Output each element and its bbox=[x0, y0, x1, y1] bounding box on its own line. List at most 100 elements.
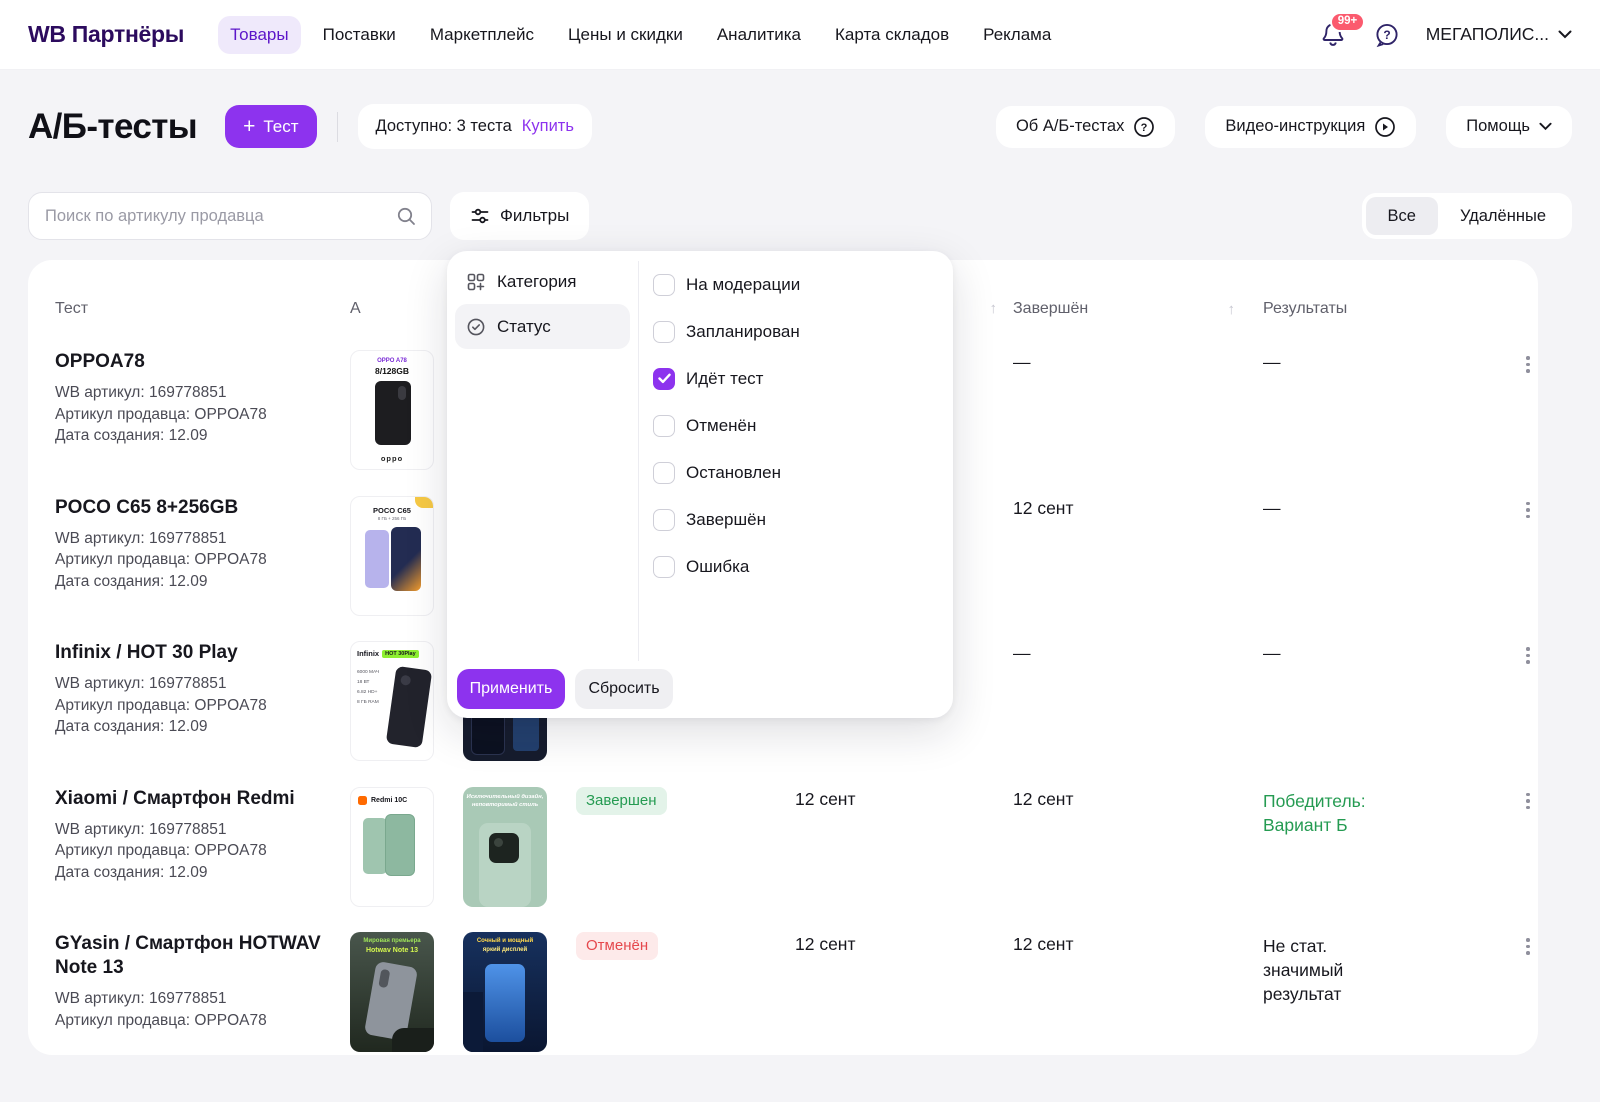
variant-a-image[interactable]: POCO C65 8 ГБ + 256 ГБ bbox=[350, 496, 434, 616]
page-header-actions: Об А/Б-тестах ? Видео-инструкция Помощь bbox=[996, 106, 1572, 148]
camera-graphic bbox=[489, 833, 519, 863]
available-tests-label: Доступно: 3 теста bbox=[376, 117, 512, 136]
meta-created-date: Дата создания: 12.09 bbox=[55, 862, 350, 884]
checkbox[interactable] bbox=[653, 462, 675, 484]
notifications-button[interactable]: 99+ bbox=[1318, 20, 1348, 50]
view-toggle: Все Удалённые bbox=[1362, 193, 1573, 239]
svg-text:?: ? bbox=[1383, 28, 1390, 42]
row-menu-button[interactable] bbox=[1520, 496, 1536, 525]
checkbox[interactable] bbox=[653, 415, 675, 437]
test-title[interactable]: Xiaomi / Смартфон Redmi bbox=[55, 787, 335, 811]
nav-tab-analytics[interactable]: Аналитика bbox=[705, 16, 813, 54]
test-title[interactable]: GYasin / Смартфон HOTWAV Note 13 bbox=[55, 932, 335, 980]
mi-logo-graphic bbox=[358, 796, 367, 805]
status-option-finished[interactable]: Завершён bbox=[639, 496, 953, 543]
col-header-finished[interactable]: Завершён ↑ bbox=[1013, 300, 1263, 318]
phone-graphic bbox=[385, 814, 415, 876]
sliders-icon bbox=[470, 206, 490, 226]
topbar-actions: 99+ ? МЕГАПОЛИС... bbox=[1318, 20, 1572, 50]
new-test-button[interactable]: + Тест bbox=[225, 105, 316, 148]
test-cell: POCO C65 8+256GB WB артикул: 169778851 А… bbox=[55, 496, 350, 593]
nav-tab-marketplace[interactable]: Маркетплейс bbox=[418, 16, 546, 54]
checkbox[interactable] bbox=[653, 321, 675, 343]
app-logo[interactable]: WB Партнёры bbox=[28, 21, 184, 48]
started-value: 12 сент bbox=[795, 932, 1013, 955]
meta-wb-article: WB артикул: 169778851 bbox=[55, 819, 350, 841]
variant-a-image[interactable]: Redmi 10C bbox=[350, 787, 434, 907]
row-menu-button[interactable] bbox=[1520, 932, 1536, 961]
reset-filters-button[interactable]: Сбросить bbox=[575, 669, 673, 709]
checkbox[interactable] bbox=[653, 556, 675, 578]
nav-tab-warehouses[interactable]: Карта складов bbox=[823, 16, 961, 54]
test-title[interactable]: POCO C65 8+256GB bbox=[55, 496, 335, 520]
sort-arrow-icon[interactable]: ↑ bbox=[1228, 301, 1236, 318]
nav-tab-goods[interactable]: Товары bbox=[218, 16, 300, 54]
variant-a-image[interactable]: Мировая премьера Hotwav Note 13 bbox=[350, 932, 434, 1052]
col-header-test[interactable]: Тест bbox=[55, 300, 350, 318]
question-bubble-icon: ? bbox=[1372, 20, 1402, 50]
filter-sections: Категория Статус bbox=[447, 251, 638, 718]
status-option-planned[interactable]: Запланирован bbox=[639, 308, 953, 355]
col-header-results[interactable]: Результаты bbox=[1263, 300, 1490, 318]
toggle-all[interactable]: Все bbox=[1366, 197, 1438, 235]
status-option-error[interactable]: Ошибка bbox=[639, 543, 953, 590]
status-option-stopped[interactable]: Остановлен bbox=[639, 449, 953, 496]
row-menu-button[interactable] bbox=[1520, 641, 1536, 670]
category-grid-icon bbox=[466, 272, 486, 292]
status-option-running[interactable]: Идёт тест bbox=[639, 355, 953, 402]
about-ab-tests-button[interactable]: Об А/Б-тестах ? bbox=[996, 106, 1175, 148]
results-value: — bbox=[1263, 496, 1490, 519]
status-options-list: На модерации Запланирован Идёт тест Отме… bbox=[639, 261, 953, 590]
shadow-graphic bbox=[463, 992, 483, 1052]
meta-created-date: Дата создания: 12.09 bbox=[55, 425, 350, 447]
chevron-down-icon bbox=[1558, 30, 1572, 39]
account-menu[interactable]: МЕГАПОЛИС... bbox=[1426, 24, 1572, 45]
help-button[interactable]: Помощь bbox=[1446, 106, 1572, 148]
table-row: Xiaomi / Смартфон Redmi WB артикул: 1697… bbox=[55, 787, 1538, 933]
top-navigation: WB Партнёры Товары Поставки Маркетплейс … bbox=[0, 0, 1600, 70]
results-value: — bbox=[1263, 350, 1490, 373]
status-check-circle-icon bbox=[466, 317, 486, 337]
meta-created-date: Дата создания: 12.09 bbox=[55, 571, 350, 593]
buy-tests-link[interactable]: Купить bbox=[522, 117, 574, 136]
filter-section-status[interactable]: Статус bbox=[455, 304, 630, 349]
video-instruction-button[interactable]: Видео-инструкция bbox=[1205, 106, 1416, 148]
finished-value: — bbox=[1013, 350, 1263, 373]
status-option-moderation[interactable]: На модерации bbox=[639, 261, 953, 308]
results-value: — bbox=[1263, 641, 1490, 664]
sort-arrow-icon[interactable]: ↑ bbox=[990, 300, 998, 317]
checkbox[interactable] bbox=[653, 509, 675, 531]
apply-filters-button[interactable]: Применить bbox=[457, 669, 565, 709]
screen-graphic bbox=[485, 964, 525, 1042]
row-menu-button[interactable] bbox=[1520, 350, 1536, 379]
meta-seller-article: Артикул продавца: OPPOA78 bbox=[55, 695, 350, 717]
status-badge: Отменён bbox=[576, 932, 658, 960]
table-row: GYasin / Смартфон HOTWAV Note 13 WB арти… bbox=[55, 932, 1538, 1055]
status-option-cancelled[interactable]: Отменён bbox=[639, 402, 953, 449]
toggle-deleted[interactable]: Удалённые bbox=[1438, 197, 1568, 235]
nav-tab-ads[interactable]: Реклама bbox=[971, 16, 1063, 54]
test-title[interactable]: OPPOA78 bbox=[55, 350, 335, 374]
support-chat-button[interactable]: ? bbox=[1372, 20, 1402, 50]
meta-seller-article: Артикул продавца: OPPOA78 bbox=[55, 404, 350, 426]
variant-b-image[interactable]: Сочный и мощный яркий дисплей bbox=[463, 932, 547, 1052]
filter-section-category[interactable]: Категория bbox=[455, 259, 630, 304]
meta-wb-article: WB артикул: 169778851 bbox=[55, 382, 350, 404]
search-icon[interactable] bbox=[396, 206, 417, 227]
filters-button[interactable]: Фильтры bbox=[450, 192, 589, 240]
results-value: Не стат. значимый результат bbox=[1263, 934, 1391, 1006]
row-menu-button[interactable] bbox=[1520, 787, 1536, 816]
phone-graphic bbox=[365, 530, 389, 588]
variant-a-image[interactable]: OPPO A78 8/128GB oppo bbox=[350, 350, 434, 470]
question-circle-icon: ? bbox=[1133, 116, 1155, 138]
search-input[interactable] bbox=[45, 207, 396, 226]
checkbox-checked[interactable] bbox=[653, 368, 675, 390]
chevron-down-icon bbox=[1539, 122, 1552, 131]
variant-a-image[interactable]: Infinix HOT 30Play 6000 МАЧ 18 ВТ 6.82 H… bbox=[350, 641, 434, 761]
nav-tab-supplies[interactable]: Поставки bbox=[311, 16, 408, 54]
test-title[interactable]: Infinix / HOT 30 Play bbox=[55, 641, 335, 665]
test-cell: OPPOA78 WB артикул: 169778851 Артикул пр… bbox=[55, 350, 350, 447]
nav-tab-prices[interactable]: Цены и скидки bbox=[556, 16, 695, 54]
checkbox[interactable] bbox=[653, 274, 675, 296]
variant-b-image[interactable]: Исключительный дизайн, неповторимый стил… bbox=[463, 787, 547, 907]
